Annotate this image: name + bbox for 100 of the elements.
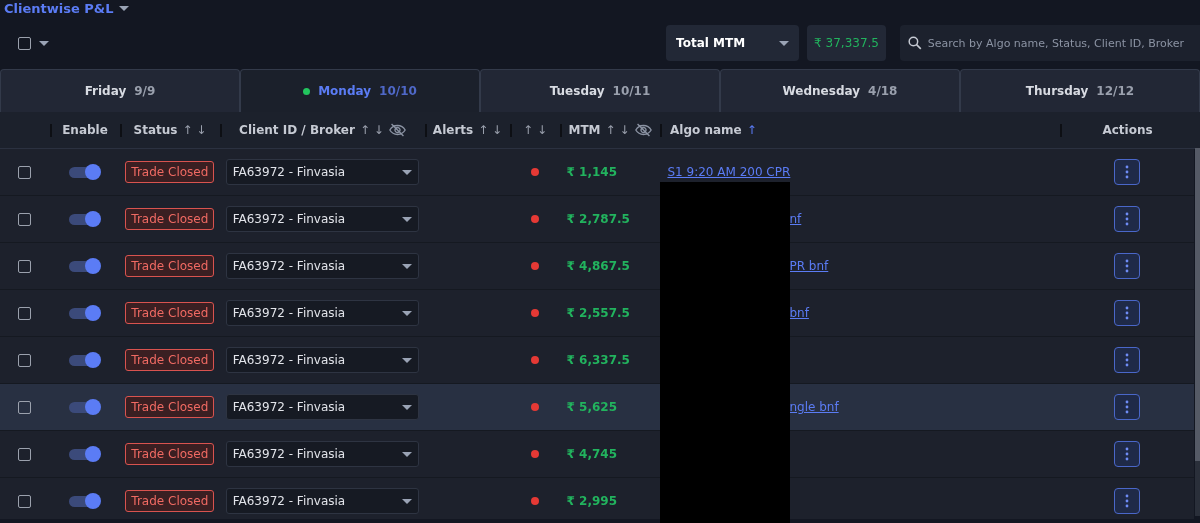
status-badge: Trade Closed (125, 396, 215, 418)
row-checkbox[interactable] (18, 400, 32, 414)
more-icon (1124, 353, 1129, 367)
metric-dropdown[interactable]: Total MTM (666, 25, 800, 61)
algo-link[interactable]: S1 9:20 AM 200 CPR (667, 165, 791, 179)
algo-link[interactable]: bnf (789, 306, 809, 320)
mtm-value: ₹ 4,867.5 (566, 259, 630, 273)
mtm-value: ₹ 2,787.5 (566, 212, 630, 226)
sort-arrows[interactable]: ↑ ↓ (523, 123, 547, 137)
row-checkbox[interactable] (18, 165, 32, 179)
caret-icon (401, 357, 412, 363)
client-dropdown[interactable]: FA63972 - Finvasia (225, 488, 419, 514)
eye-off-icon[interactable] (388, 123, 406, 137)
column-header: Status (133, 123, 178, 137)
caret-icon (401, 263, 412, 269)
more-icon (1124, 400, 1129, 414)
client-dropdown[interactable]: FA63972 - Finvasia (225, 253, 419, 279)
sort-arrows[interactable]: ↑ ↓ (182, 123, 207, 137)
search-input[interactable]: Search by Algo name, Status, Client ID, Broker (927, 36, 1196, 50)
more-menu-button[interactable] (1113, 300, 1140, 326)
sort-arrows[interactable]: ↑ (746, 123, 757, 137)
status-badge: Trade Closed (125, 443, 215, 465)
more-menu-button[interactable] (1113, 394, 1140, 420)
caret-icon (401, 498, 412, 504)
enable-toggle[interactable] (68, 493, 101, 509)
enable-toggle[interactable] (68, 164, 101, 180)
more-menu-button[interactable] (1113, 488, 1140, 514)
sort-arrows[interactable]: ↑ ↓ (605, 123, 630, 137)
enable-toggle[interactable] (68, 399, 101, 415)
day-tab[interactable]: Tuesday 10/11 (480, 69, 720, 112)
more-icon (1124, 259, 1129, 273)
column-header: Algo name (670, 123, 742, 137)
status-badge: Trade Closed (125, 302, 215, 324)
column-header: Enable (62, 123, 108, 137)
more-icon (1124, 212, 1129, 226)
enable-toggle[interactable] (68, 211, 101, 227)
row-checkbox[interactable] (18, 494, 32, 508)
caret-icon (401, 404, 412, 410)
table-row[interactable]: Trade Closed FA63972 - Finvasia ₹ 1,145 S1 9:20 AM 200 CPR (0, 149, 1194, 196)
sort-arrows[interactable]: ↑ ↓ (478, 123, 503, 137)
row-checkbox[interactable] (18, 353, 32, 367)
mtm-value: ₹ 2,995 (566, 494, 617, 508)
more-icon (1124, 306, 1129, 320)
row-checkbox[interactable] (18, 259, 32, 273)
total-mtm-value: ₹ 37,337.5 (807, 25, 886, 61)
enable-toggle[interactable] (68, 446, 101, 462)
sort-arrows[interactable]: ↑ ↓ (359, 123, 384, 137)
client-dropdown[interactable]: FA63972 - Finvasia (225, 441, 419, 467)
caret-icon (401, 169, 412, 175)
day-tab[interactable]: Monday 10/10 (240, 69, 480, 112)
more-menu-button[interactable] (1113, 206, 1140, 232)
algo-link[interactable]: PR bnf (789, 259, 829, 273)
row-checkbox[interactable] (18, 447, 32, 461)
caret-icon (401, 310, 412, 316)
day-tab[interactable]: Thursday 12/12 (960, 69, 1200, 112)
enable-toggle[interactable] (68, 352, 101, 368)
column-header: Actions (1102, 123, 1153, 137)
mtm-value: ₹ 2,557.5 (566, 306, 630, 320)
column-header: MTM (568, 123, 601, 137)
day-tab[interactable]: Wednesday 4/18 (720, 69, 960, 112)
more-menu-button[interactable] (1113, 159, 1140, 185)
mtm-value: ₹ 5,625 (566, 400, 617, 414)
client-dropdown[interactable]: FA63972 - Finvasia (225, 159, 419, 185)
more-menu-button[interactable] (1113, 347, 1140, 373)
caret-icon[interactable] (39, 40, 49, 46)
more-menu-button[interactable] (1113, 441, 1140, 467)
algo-link[interactable]: ngle bnf (789, 400, 839, 414)
mtm-value: ₹ 6,337.5 (566, 353, 630, 367)
select-all-checkbox[interactable] (18, 36, 31, 50)
client-dropdown[interactable]: FA63972 - Finvasia (225, 347, 419, 373)
page-title[interactable]: Clientwise P&L (4, 1, 114, 16)
more-icon (1124, 447, 1129, 461)
client-dropdown[interactable]: FA63972 - Finvasia (225, 394, 419, 420)
column-header: Alerts (432, 123, 474, 137)
more-icon (1124, 165, 1129, 179)
search-icon (908, 36, 922, 50)
status-badge: Trade Closed (125, 255, 215, 277)
row-checkbox[interactable] (18, 306, 32, 320)
eye-off-icon[interactable] (634, 123, 652, 137)
client-dropdown[interactable]: FA63972 - Finvasia (225, 300, 419, 326)
client-dropdown[interactable]: FA63972 - Finvasia (225, 206, 419, 232)
row-checkbox[interactable] (18, 212, 32, 226)
mtm-value: ₹ 1,145 (566, 165, 617, 179)
enable-toggle[interactable] (68, 305, 101, 321)
search-field[interactable]: Search by Algo name, Status, Client ID, Broker (900, 25, 1200, 61)
status-badge: Trade Closed (125, 161, 215, 183)
more-menu-button[interactable] (1113, 253, 1140, 279)
caret-icon[interactable] (119, 6, 130, 11)
status-badge: Trade Closed (125, 208, 215, 230)
caret-icon (401, 451, 412, 457)
status-badge: Trade Closed (125, 349, 215, 371)
scrollbar[interactable] (1195, 148, 1200, 516)
status-badge: Trade Closed (125, 490, 215, 512)
more-icon (1124, 494, 1129, 508)
algo-link[interactable]: nf (789, 212, 802, 226)
day-tab[interactable]: Friday 9/9 (0, 69, 240, 112)
enable-toggle[interactable] (68, 258, 101, 274)
column-header: Client ID / Broker (239, 123, 355, 137)
caret-icon (779, 40, 790, 46)
caret-icon (401, 216, 412, 222)
